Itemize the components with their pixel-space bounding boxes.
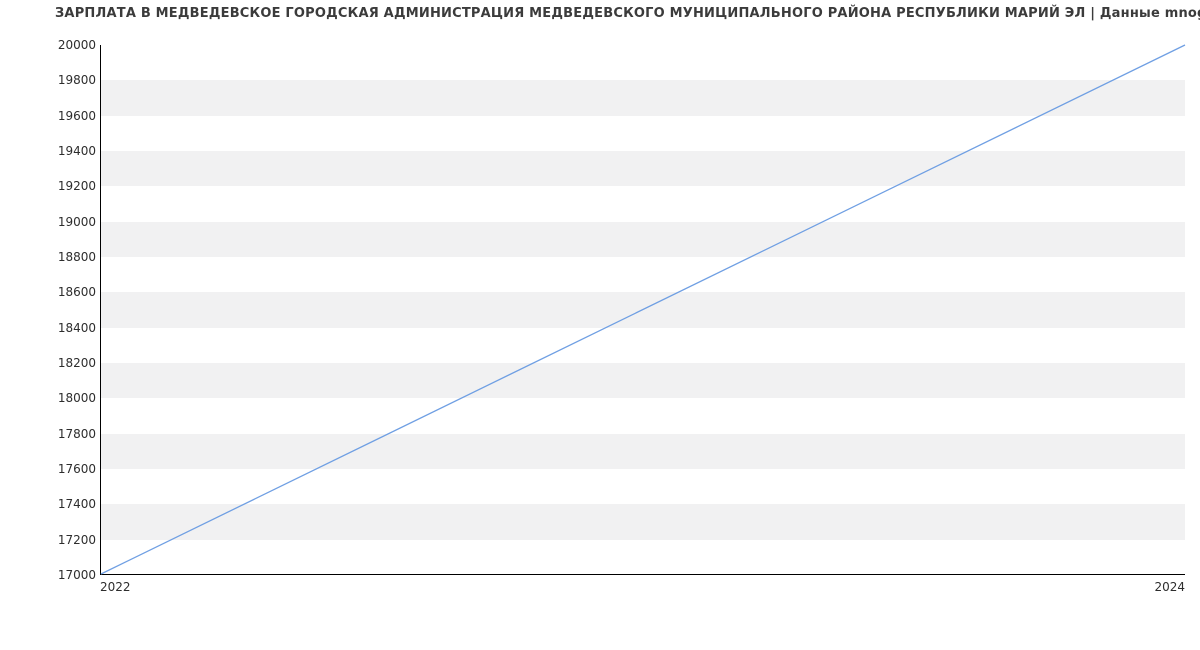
y-tick-label: 18600 <box>36 285 96 299</box>
y-tick-label: 17200 <box>36 533 96 547</box>
x-tick-end: 2024 <box>1154 580 1185 594</box>
series-line <box>101 45 1185 574</box>
y-tick-label: 19600 <box>36 109 96 123</box>
y-tick-label: 18400 <box>36 321 96 335</box>
y-tick-label: 18800 <box>36 250 96 264</box>
y-tick-label: 17400 <box>36 497 96 511</box>
y-tick-label: 19200 <box>36 179 96 193</box>
plot-area <box>100 45 1185 575</box>
y-tick-label: 19800 <box>36 73 96 87</box>
y-tick-label: 18200 <box>36 356 96 370</box>
y-tick-label: 20000 <box>36 38 96 52</box>
series-line-layer <box>101 45 1185 574</box>
y-tick-label: 17600 <box>36 462 96 476</box>
salary-line-chart: ЗАРПЛАТА В МЕДВЕДЕВСКОЕ ГОРОДСКАЯ АДМИНИ… <box>0 0 1200 650</box>
chart-title: ЗАРПЛАТА В МЕДВЕДЕВСКОЕ ГОРОДСКАЯ АДМИНИ… <box>55 6 1200 21</box>
y-tick-label: 17000 <box>36 568 96 582</box>
y-tick-label: 19000 <box>36 215 96 229</box>
x-tick-start: 2022 <box>100 580 131 594</box>
y-tick-label: 17800 <box>36 427 96 441</box>
y-tick-label: 18000 <box>36 391 96 405</box>
y-tick-label: 19400 <box>36 144 96 158</box>
x-axis-ticks: 2022 2024 <box>100 580 1185 598</box>
